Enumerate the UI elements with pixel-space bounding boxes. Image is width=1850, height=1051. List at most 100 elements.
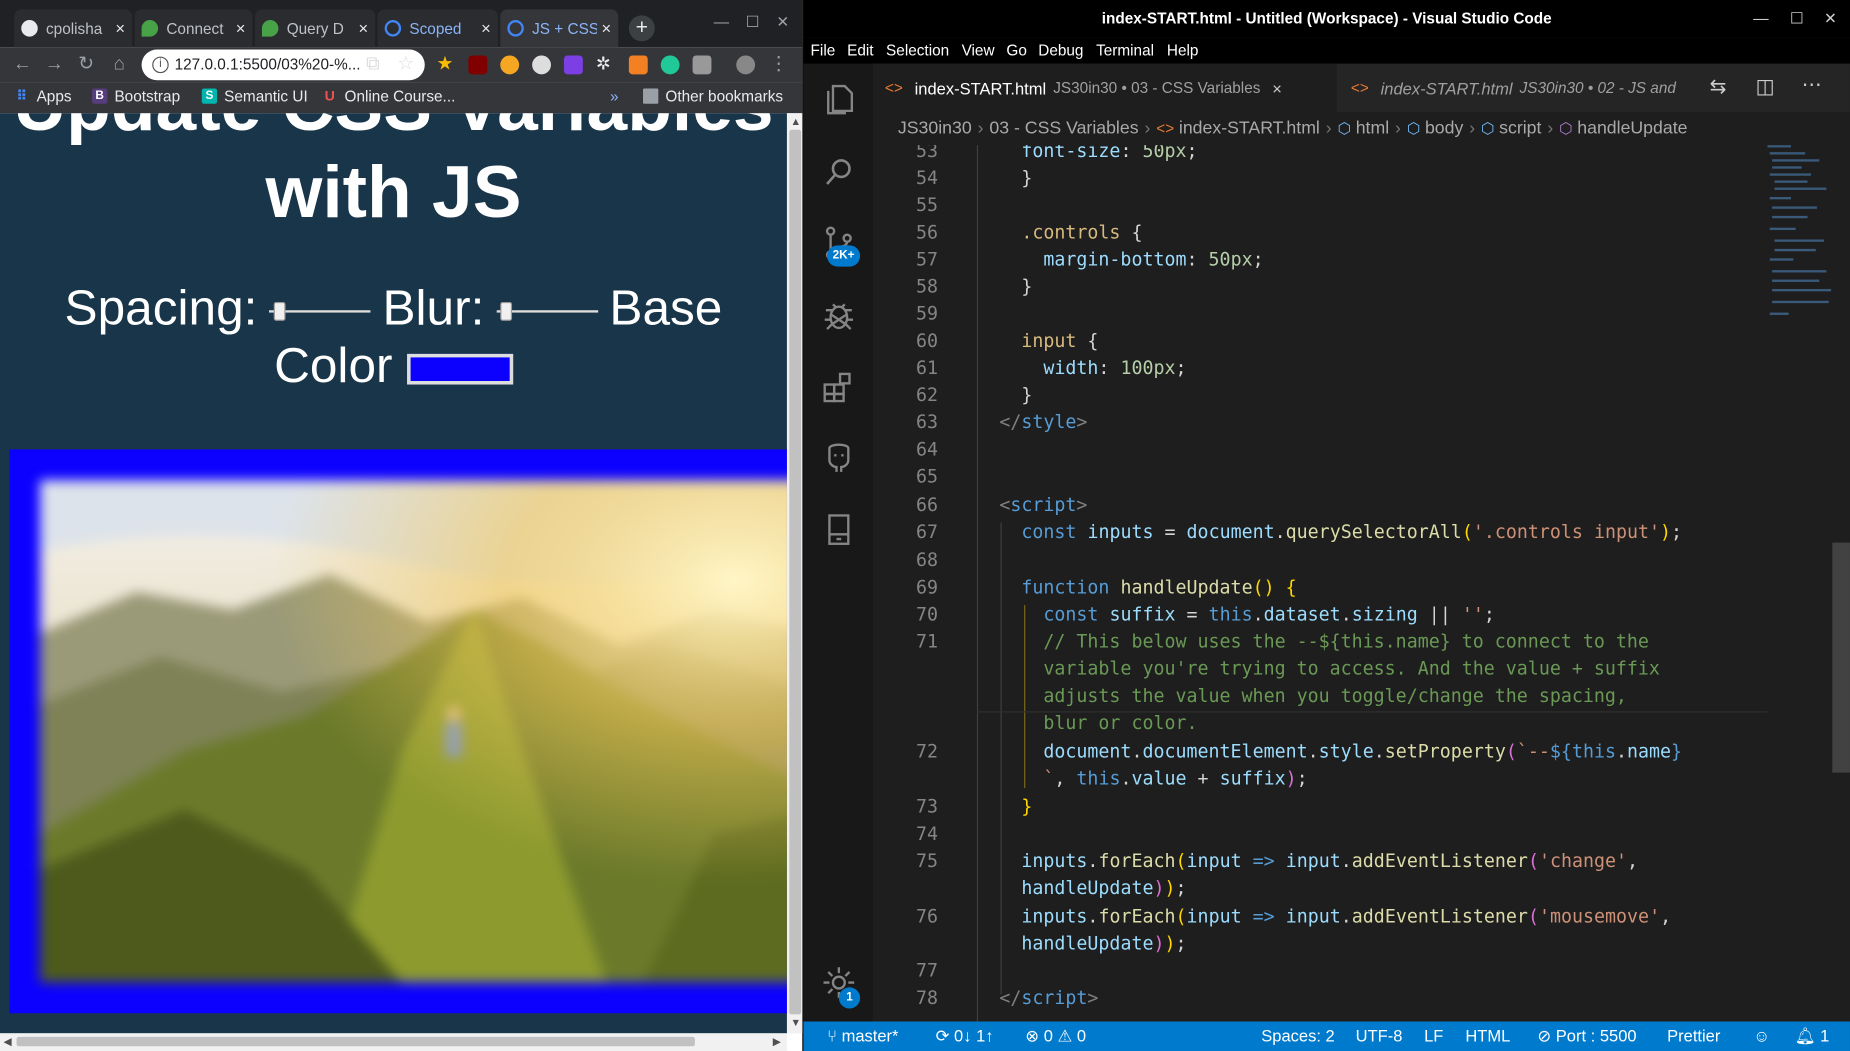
reload-icon[interactable]: ↻ [73,52,99,78]
extension-icon[interactable] [628,55,648,75]
breadcrumb-item[interactable]: body [1425,118,1463,138]
error-count: 0 [1043,1026,1053,1046]
notifications-bell-icon[interactable]: 🔔︎ 1 [1795,1026,1830,1046]
menu-selection[interactable]: Selection [886,41,949,59]
eol-status[interactable]: LF [1424,1026,1443,1045]
menu-terminal[interactable]: Terminal [1096,41,1154,59]
bookmark-apps[interactable]: ⠿ Apps [14,87,71,105]
star-extension-icon[interactable]: ★ [437,55,456,74]
scroll-up-icon[interactable]: ▲ [790,116,801,128]
code-line: `, this.value + suffix); [1043,767,1308,790]
git-branch-status[interactable]: ⑂ master* [827,1026,898,1045]
close-window-icon[interactable]: ✕ [776,13,789,32]
chrome-tab[interactable]: cpolisha × [14,9,133,48]
close-icon[interactable]: × [1272,78,1282,97]
bookmark-semantic-ui[interactable]: S Semantic UI [201,87,308,105]
forward-icon[interactable]: → [41,52,67,78]
close-icon[interactable]: × [115,19,125,38]
settings-gear-icon[interactable]: 1 [820,964,861,1009]
menu-edit[interactable]: Edit [847,41,873,59]
editor-tab-active[interactable]: <> index-START.html JS30in30 • 03 - CSS … [873,63,1337,113]
new-tab-button[interactable]: + [628,15,655,42]
back-icon[interactable]: ← [9,52,35,78]
breadcrumb-item[interactable]: 03 - CSS Variables [989,118,1138,138]
close-window-icon[interactable]: ✕ [1824,0,1837,38]
problems-status[interactable]: ⊗ 0 ⚠ 0 [1025,1026,1086,1046]
code-editor[interactable]: 53 54 55 56 57 58 59 60 61 62 63 64 65 66 67 68 69 70 71 72… [873,145,1850,1022]
compare-changes-icon[interactable]: ⇆ [1710,75,1727,99]
kebab-menu-icon[interactable]: ⋮ [766,52,792,78]
ublock-icon[interactable] [468,55,488,75]
extension-icon[interactable] [532,55,551,75]
slider-thumb[interactable] [500,301,513,321]
indentation-status[interactable]: Spaces: 2 [1261,1026,1334,1045]
remote-explorer-icon[interactable] [820,511,858,549]
minimap[interactable] [1767,145,1838,346]
split-editor-icon[interactable]: ◫ [1756,75,1775,99]
sync-status[interactable]: ⟳ 0↓ 1↑ [936,1026,994,1046]
explorer-icon[interactable] [820,80,858,118]
scroll-right-icon[interactable]: ▶ [773,1036,781,1049]
close-icon[interactable]: × [358,19,368,38]
extension-icon[interactable] [660,55,680,75]
maximize-icon[interactable]: ☐ [1790,0,1804,38]
bookmark-online-course[interactable]: U Online Course... [322,87,456,105]
scrollbar-thumb[interactable] [789,129,802,1015]
close-icon[interactable]: × [481,19,491,38]
slider-thumb[interactable] [273,301,286,321]
language-mode-status[interactable]: HTML [1465,1026,1510,1045]
scroll-left-icon[interactable]: ◀ [4,1036,12,1049]
extension-icon[interactable] [563,55,583,75]
menu-debug[interactable]: Debug [1038,41,1083,59]
debug-icon[interactable] [820,296,858,334]
bookmark-bootstrap[interactable]: B Bootstrap [92,87,180,105]
chrome-tab[interactable]: Connect × [134,9,253,48]
minimize-icon[interactable]: — [1753,0,1768,38]
extensions-icon[interactable] [820,368,858,406]
editor-scrollbar-thumb[interactable] [1832,542,1850,773]
translate-icon[interactable]: ⧉ [360,52,386,78]
breadcrumb-item[interactable]: html [1356,118,1389,138]
breadcrumb-item[interactable]: JS30in30 [898,118,972,138]
menu-help[interactable]: Help [1167,41,1199,59]
chrome-tab[interactable]: Scoped × [377,9,498,48]
blur-slider[interactable] [496,300,598,324]
chrome-tab-active[interactable]: JS + CSS × [500,9,619,48]
breadcrumb-item[interactable]: index-START.html [1179,118,1320,138]
database-elephant-icon[interactable] [820,439,858,477]
search-icon[interactable] [820,153,858,191]
bookmark-other[interactable]: Other bookmarks [643,87,783,105]
line-number: 70 [915,603,938,626]
encoding-status[interactable]: UTF-8 [1356,1026,1403,1045]
extension-icon[interactable] [500,55,520,75]
base-color-picker[interactable] [406,353,513,385]
close-icon[interactable]: × [236,19,246,38]
menu-go[interactable]: Go [1006,41,1026,59]
menu-file[interactable]: File [811,41,836,59]
scroll-down-icon[interactable]: ▼ [790,1017,801,1029]
close-icon[interactable]: × [601,19,611,38]
spacing-slider[interactable] [269,300,371,324]
feedback-smiley-icon[interactable]: ☺ [1753,1026,1770,1045]
home-icon[interactable]: ⌂ [106,52,132,78]
menu-view[interactable]: View [962,41,995,59]
minimize-icon[interactable]: — [714,13,729,31]
editor-tab[interactable]: <> index-START.html JS30in30 • 02 - JS a… [1339,64,1705,112]
react-devtools-icon[interactable]: ✲ [596,55,615,74]
chrome-tab-title: Query D [286,19,344,38]
bookmark-star-icon[interactable]: ☆ [393,52,419,78]
bookmarks-overflow-button[interactable]: » [610,87,619,105]
breadcrumb-item[interactable]: handleUpdate [1577,118,1687,138]
chrome-tab[interactable]: Query D × [254,9,376,48]
extension-icon[interactable] [692,55,712,75]
scrollbar-thumb[interactable] [16,1036,695,1047]
more-actions-icon[interactable]: ⋯ [1802,73,1822,97]
source-control-icon[interactable]: 2K+ [820,224,861,267]
prettier-status[interactable]: Prettier [1667,1026,1720,1045]
profile-avatar[interactable] [736,55,756,75]
code-line: inputs.forEach(input => input.addEventLi… [1021,850,1639,872]
info-icon[interactable]: i [152,56,169,74]
maximize-icon[interactable]: ☐ [746,13,760,32]
breadcrumb-item[interactable]: script [1499,118,1541,138]
live-server-status[interactable]: ⊘ Port : 5500 [1537,1026,1636,1046]
